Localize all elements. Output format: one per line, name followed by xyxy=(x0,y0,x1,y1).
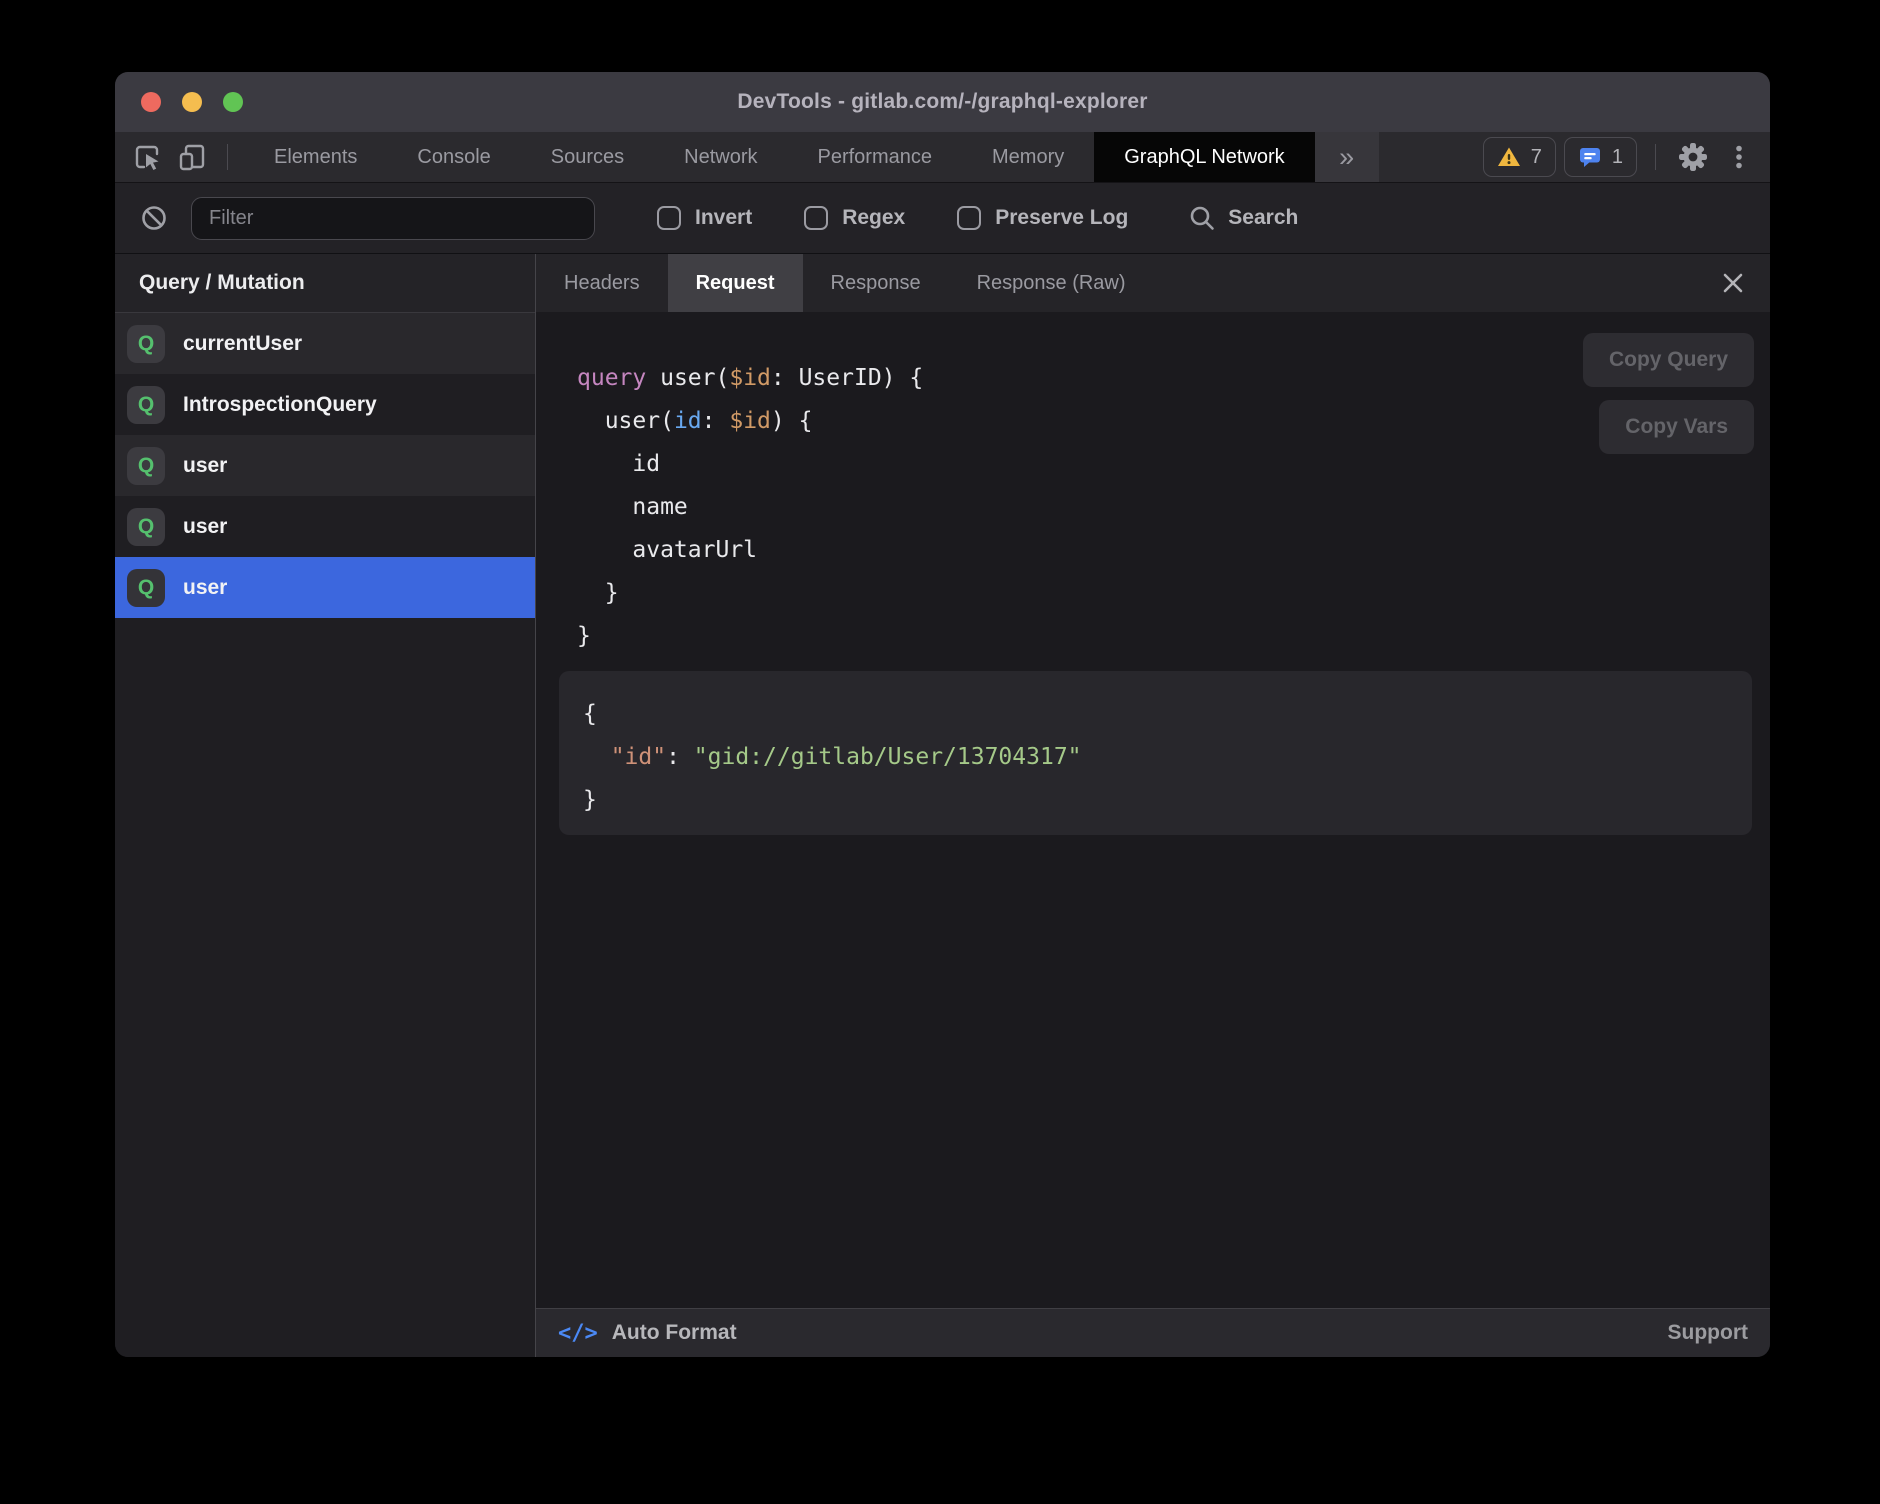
titlebar: DevTools - gitlab.com/-/graphql-explorer xyxy=(115,72,1770,132)
main-tab-strip: Elements Console Sources Network Perform… xyxy=(244,132,1379,182)
tab-headers[interactable]: Headers xyxy=(536,254,668,312)
copy-query-button[interactable]: Copy Query xyxy=(1583,333,1754,387)
code-line: } xyxy=(583,779,1752,822)
warning-icon xyxy=(1497,146,1521,168)
query-label: user xyxy=(183,454,227,478)
search-toggle[interactable]: Search xyxy=(1188,204,1298,232)
regex-checkbox[interactable]: Regex xyxy=(804,206,905,230)
warnings-badge[interactable]: 7 xyxy=(1483,137,1556,177)
close-window-button[interactable] xyxy=(141,92,161,112)
query-label: IntrospectionQuery xyxy=(183,393,377,417)
tab-console[interactable]: Console xyxy=(387,132,520,182)
tab-request[interactable]: Request xyxy=(668,254,803,312)
main-split: Query / Mutation Q currentUser Q Introsp… xyxy=(115,254,1770,1357)
toolbar-right-divider xyxy=(1655,144,1656,170)
checkbox-box xyxy=(957,206,981,230)
toolbar-right-cluster: 7 1 xyxy=(1483,132,1770,182)
code-line: { xyxy=(583,693,1752,736)
query-type-badge: Q xyxy=(127,508,165,546)
copy-buttons: Copy Query Copy Vars xyxy=(1583,333,1754,454)
traffic-lights xyxy=(141,72,243,132)
query-label: user xyxy=(183,576,227,600)
query-list-item-user-2[interactable]: Q user xyxy=(115,496,535,557)
toolbar-left-icons xyxy=(115,132,244,182)
search-label: Search xyxy=(1228,206,1298,230)
device-toolbar-icon[interactable] xyxy=(173,138,211,176)
preserve-log-checkbox[interactable]: Preserve Log xyxy=(957,206,1128,230)
code-format-icon: </> xyxy=(558,1321,598,1346)
tab-sources[interactable]: Sources xyxy=(521,132,654,182)
query-list-item-user-1[interactable]: Q user xyxy=(115,435,535,496)
invert-label: Invert xyxy=(695,206,752,230)
filter-bar: Invert Regex Preserve Log Search xyxy=(115,183,1770,254)
query-type-badge: Q xyxy=(127,386,165,424)
filter-input[interactable] xyxy=(191,197,595,240)
minimize-window-button[interactable] xyxy=(182,92,202,112)
toolbar-divider xyxy=(227,144,228,170)
code-line: } xyxy=(577,572,1770,615)
query-list-item-introspectionquery[interactable]: Q IntrospectionQuery xyxy=(115,374,535,435)
more-options-icon[interactable] xyxy=(1720,138,1758,176)
code-line: avatarUrl xyxy=(577,529,1770,572)
variables-code: { "id": "gid://gitlab/User/13704317"} xyxy=(583,693,1752,822)
devtools-window: DevTools - gitlab.com/-/graphql-explorer… xyxy=(115,72,1770,1357)
tab-network[interactable]: Network xyxy=(654,132,787,182)
tab-graphql-network[interactable]: GraphQL Network xyxy=(1094,132,1314,182)
checkbox-box xyxy=(657,206,681,230)
invert-checkbox[interactable]: Invert xyxy=(657,206,752,230)
close-detail-icon[interactable] xyxy=(1716,266,1750,300)
copy-vars-button[interactable]: Copy Vars xyxy=(1599,400,1754,454)
request-content: query user($id: UserID) { user(id: $id) … xyxy=(536,312,1770,1308)
code-line: name xyxy=(577,486,1770,529)
support-link[interactable]: Support xyxy=(1668,1321,1748,1345)
auto-format-button[interactable]: </> Auto Format xyxy=(558,1321,737,1346)
main-toolbar: Elements Console Sources Network Perform… xyxy=(115,132,1770,183)
preserve-log-label: Preserve Log xyxy=(995,206,1128,230)
message-count: 1 xyxy=(1612,146,1623,169)
search-icon xyxy=(1188,204,1216,232)
issues-badge[interactable]: 1 xyxy=(1564,137,1637,177)
window-title: DevTools - gitlab.com/-/graphql-explorer xyxy=(737,90,1147,114)
query-label: currentUser xyxy=(183,332,302,356)
code-line: "id": "gid://gitlab/User/13704317" xyxy=(583,736,1752,779)
checkbox-box xyxy=(804,206,828,230)
settings-gear-icon[interactable] xyxy=(1674,138,1712,176)
code-line: } xyxy=(577,615,1770,658)
regex-label: Regex xyxy=(842,206,905,230)
detail-tab-strip: Headers Request Response Response (Raw) xyxy=(536,254,1770,312)
clear-block-icon[interactable] xyxy=(135,199,173,237)
query-label: user xyxy=(183,515,227,539)
query-list-item-user-3-selected[interactable]: Q user xyxy=(115,557,535,618)
tab-memory[interactable]: Memory xyxy=(962,132,1094,182)
tab-performance[interactable]: Performance xyxy=(788,132,963,182)
inspect-element-icon[interactable] xyxy=(129,138,167,176)
warning-count: 7 xyxy=(1531,146,1542,169)
query-type-badge: Q xyxy=(127,325,165,363)
query-list-item-currentuser[interactable]: Q currentUser xyxy=(115,313,535,374)
detail-panel: Headers Request Response Response (Raw) … xyxy=(536,254,1770,1357)
auto-format-label: Auto Format xyxy=(612,1321,737,1345)
chat-icon xyxy=(1578,145,1602,169)
detail-footer: </> Auto Format Support xyxy=(536,1308,1770,1357)
variables-panel: { "id": "gid://gitlab/User/13704317"} xyxy=(559,671,1752,835)
query-sidebar: Query / Mutation Q currentUser Q Introsp… xyxy=(115,254,536,1357)
tab-response-raw[interactable]: Response (Raw) xyxy=(949,254,1154,312)
tab-response[interactable]: Response xyxy=(803,254,949,312)
query-type-badge: Q xyxy=(127,569,165,607)
more-tabs-icon[interactable]: » xyxy=(1315,132,1379,182)
zoom-window-button[interactable] xyxy=(223,92,243,112)
query-type-badge: Q xyxy=(127,447,165,485)
tab-elements[interactable]: Elements xyxy=(244,132,387,182)
sidebar-header: Query / Mutation xyxy=(115,254,535,313)
